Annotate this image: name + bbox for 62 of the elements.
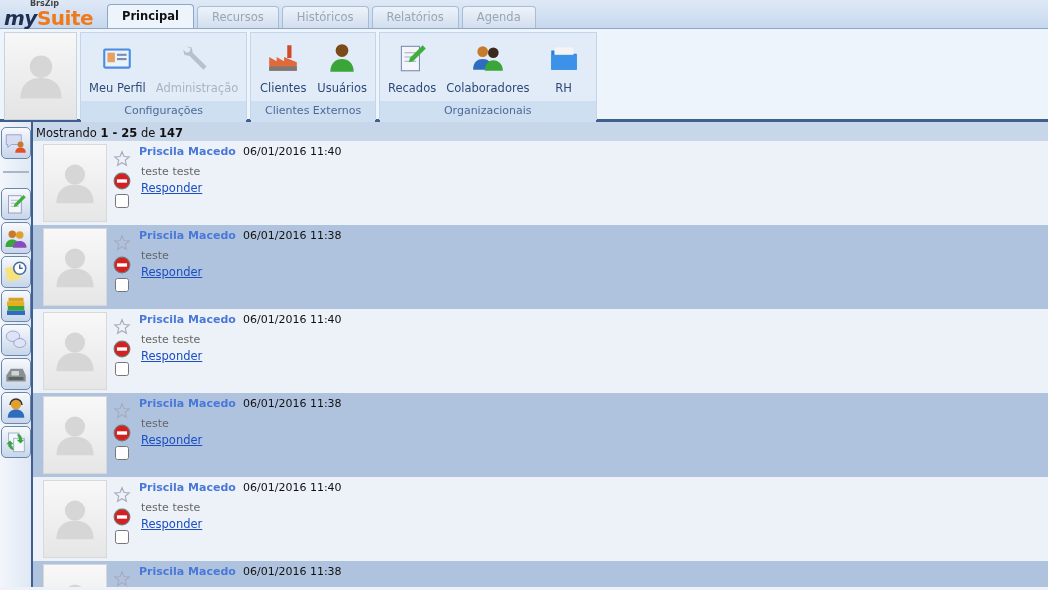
group-title: Configurações: [81, 101, 247, 122]
logo: mySuite: [4, 8, 93, 28]
reply-link[interactable]: Responder: [139, 265, 203, 279]
star-icon: [113, 234, 131, 252]
remove-icon: [113, 424, 131, 442]
message-date: 06/01/2016 11:38: [243, 396, 342, 412]
message-date: 06/01/2016 11:40: [243, 312, 342, 328]
sidebar-button[interactable]: [0, 358, 31, 390]
author-name: Priscila Macedo: [139, 564, 237, 580]
ribbon-button[interactable]: Recados: [382, 37, 442, 102]
checkbox[interactable]: [115, 194, 129, 208]
checkbox[interactable]: [115, 446, 129, 460]
message-date: 06/01/2016 11:40: [243, 480, 342, 496]
sidebar-button[interactable]: [0, 392, 31, 424]
checkbox[interactable]: [115, 278, 129, 292]
message-date: 06/01/2016 11:38: [243, 228, 342, 244]
star-icon: [113, 402, 131, 420]
ribbon-button[interactable]: Usuários: [312, 37, 372, 102]
tab[interactable]: Principal: [107, 4, 194, 28]
checkbox[interactable]: [115, 530, 129, 544]
star-icon: [113, 318, 131, 336]
reply-link[interactable]: Responder: [139, 433, 203, 447]
reply-link[interactable]: Responder: [139, 181, 203, 195]
message-text: teste: [140, 415, 170, 432]
ribbon-button[interactable]: Meu Perfil: [84, 37, 151, 102]
author-name: Priscila Macedo: [139, 312, 237, 328]
star-icon: [113, 570, 131, 587]
author-name: Priscila Macedo: [139, 480, 237, 496]
message-text: teste teste: [140, 499, 202, 516]
ribbon-button[interactable]: Colaboradores: [441, 37, 535, 102]
sidebar-button[interactable]: [0, 256, 31, 288]
group-title: Clientes Externos: [251, 101, 375, 122]
sidebar-button[interactable]: [0, 324, 31, 356]
remove-icon: [113, 340, 131, 358]
message-date: 06/01/2016 11:38: [243, 564, 342, 580]
reply-link[interactable]: Responder: [139, 349, 203, 363]
author-name: Priscila Macedo: [139, 144, 237, 160]
checkbox[interactable]: [115, 362, 129, 376]
note-clock-icon: [3, 260, 28, 284]
sidebar-button[interactable]: [0, 426, 31, 458]
ribbon-button[interactable]: Clientes: [254, 37, 313, 102]
sidebar-button[interactable]: [0, 188, 31, 220]
logo-tagline: BrsZip: [30, 0, 61, 8]
result-summary: Mostrando 1 - 25 de 147: [33, 122, 1048, 141]
author-name: Priscila Macedo: [139, 396, 237, 412]
reply-link[interactable]: Responder: [139, 517, 203, 531]
chat-user-icon: [3, 131, 28, 155]
remove-icon: [113, 508, 131, 526]
author-name: Priscila Macedo: [139, 228, 237, 244]
remove-icon: [113, 172, 131, 190]
message-text: teste teste: [140, 163, 202, 180]
remove-icon: [113, 256, 131, 274]
sidebar-button[interactable]: [0, 222, 31, 254]
star-icon: [113, 486, 131, 504]
sidebar-button[interactable]: [0, 127, 31, 159]
message-date: 06/01/2016 11:40: [243, 144, 342, 160]
group-title: Organizacionais: [379, 101, 596, 122]
ribbon-button[interactable]: RH: [534, 37, 593, 102]
message-text: teste: [140, 247, 170, 264]
message-text: teste teste: [140, 331, 202, 348]
sidebar-button[interactable]: [0, 290, 31, 322]
star-icon: [113, 150, 131, 168]
